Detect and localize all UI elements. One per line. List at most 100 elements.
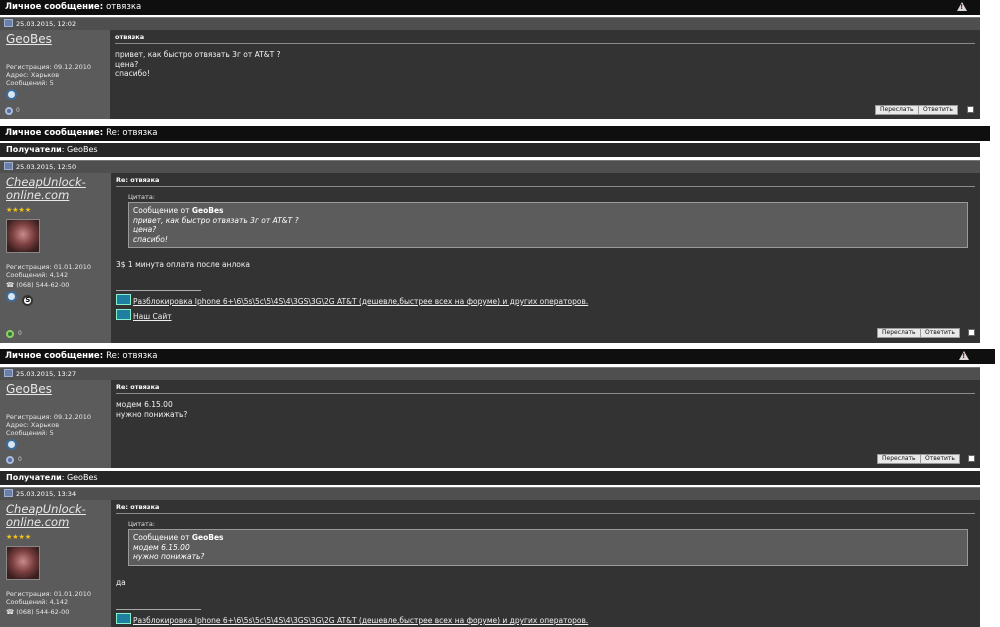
quote-line: нужно понижать? bbox=[133, 552, 205, 561]
quote-line: спасибо! bbox=[133, 234, 168, 244]
username-line: online.com bbox=[6, 188, 70, 202]
recipients-value: GeoBes bbox=[66, 145, 98, 154]
quote-line: модем 6.15.00 bbox=[133, 542, 190, 552]
pm-title: Личное сообщение bbox=[5, 2, 100, 12]
message-panel: Re: отвязка модем 6.15.00 нужно понижать… bbox=[111, 380, 980, 468]
offline-status-icon bbox=[6, 456, 14, 464]
unlock-icon bbox=[116, 293, 131, 305]
message-line: привет, как быстро отвязать 3г от AT&T ? bbox=[115, 50, 281, 59]
post-doc-icon bbox=[4, 19, 13, 27]
pm-title-bar: Личное сообщение: Re: отвязка bbox=[0, 349, 995, 364]
icq-icon[interactable] bbox=[6, 291, 17, 302]
user-panel: GeoBes Регистрация: 09.12.2010 Адрес: Ха… bbox=[0, 380, 111, 468]
rank-stars: ★★★★ bbox=[6, 206, 32, 214]
message-panel: Re: отвязка Цитата: Сообщение от GeoBes … bbox=[111, 173, 980, 343]
rank-stars: ★★★★ bbox=[6, 533, 32, 541]
post-date: 25.03.2015, 13:27 bbox=[16, 370, 77, 378]
username-line: online.com bbox=[6, 515, 70, 529]
user-panel: CheapUnlock- online.com ★★★★ Регистрация… bbox=[0, 500, 111, 627]
signature-link-site[interactable]: Наш Сайт bbox=[133, 312, 172, 321]
user-post-count: Сообщений: 4,142 bbox=[6, 271, 69, 279]
post-date-bar: 25.03.2015, 13:34 bbox=[0, 487, 980, 500]
signature-divider bbox=[116, 289, 201, 291]
icq-icon[interactable] bbox=[6, 439, 17, 450]
message-body: да bbox=[116, 577, 126, 587]
message-subject: отвязка bbox=[115, 33, 975, 44]
message-body: 3$ 1 минута оплата после анлока bbox=[116, 260, 250, 269]
user-reg-date: Регистрация: 01.01.2010 bbox=[6, 590, 92, 598]
quote-author: GeoBes bbox=[191, 206, 224, 215]
username-link[interactable]: CheapUnlock- online.com bbox=[6, 503, 105, 529]
post-doc-icon bbox=[4, 369, 13, 377]
username-link[interactable]: CheapUnlock- online.com bbox=[6, 176, 105, 202]
pm-subject: отвязка bbox=[106, 2, 142, 12]
message-body: модем 6.15.00 нужно понижать? bbox=[116, 400, 975, 419]
multiquote-icon[interactable] bbox=[968, 329, 975, 336]
user-reg-date: Регистрация: 01.01.2010 bbox=[6, 263, 92, 271]
message-line: цена? bbox=[115, 59, 139, 69]
forward-button[interactable]: Переслать bbox=[877, 328, 921, 338]
user-post-count: Сообщений: 5 bbox=[6, 429, 54, 437]
reply-button[interactable]: Ответить bbox=[920, 454, 960, 464]
recipients-bar: Получатели: GeoBes bbox=[0, 471, 980, 485]
signature-link-unlock[interactable]: Разблокировка Iphone 6+\6\5s\5c\5\4S\4\3… bbox=[133, 616, 588, 625]
quote-label: Цитата: bbox=[128, 520, 155, 528]
username-line: CheapUnlock- bbox=[6, 175, 86, 189]
message-line: спасибо! bbox=[115, 69, 150, 78]
status-count: 0 bbox=[18, 330, 22, 337]
multiquote-icon[interactable] bbox=[968, 455, 975, 462]
recipients-label: Получатели bbox=[6, 473, 62, 482]
pm-subject: Re: отвязка bbox=[106, 351, 158, 361]
quote-label: Цитата: bbox=[128, 193, 155, 201]
forward-button[interactable]: Переслать bbox=[877, 454, 921, 464]
avatar bbox=[6, 219, 40, 253]
username-link[interactable]: GeoBes bbox=[6, 383, 105, 396]
pm-title: Личное сообщение bbox=[5, 351, 100, 361]
username-link[interactable]: GeoBes bbox=[6, 33, 104, 46]
quote-from: Сообщение от bbox=[133, 533, 190, 542]
message-subject: Re: отвязка bbox=[116, 383, 975, 394]
status-count: 0 bbox=[16, 107, 20, 114]
post-doc-icon bbox=[4, 489, 13, 497]
reply-button[interactable]: Ответить bbox=[920, 328, 960, 338]
message-panel: Re: отвязка Цитата: Сообщение от GeoBes … bbox=[111, 500, 980, 627]
pm-title-bar: Личное сообщение: отвязка bbox=[0, 0, 980, 15]
username-line: CheapUnlock- bbox=[6, 502, 86, 516]
report-warning-icon[interactable]: ! bbox=[957, 2, 967, 11]
user-post-count: Сообщений: 5 bbox=[6, 79, 54, 87]
post-date: 25.03.2015, 13:34 bbox=[16, 490, 77, 498]
post-doc-icon bbox=[4, 162, 13, 170]
user-address: Адрес: Харьков bbox=[6, 71, 60, 79]
avatar bbox=[6, 546, 40, 580]
phone-icon: ☎ bbox=[6, 608, 15, 616]
post-date-bar: 25.03.2015, 12:02 bbox=[0, 17, 980, 30]
message-line: нужно понижать? bbox=[116, 409, 188, 419]
recipients-label: Получатели bbox=[6, 145, 62, 154]
quote-block: Сообщение от GeoBes модем 6.15.00 нужно … bbox=[128, 529, 968, 566]
quote-block: Сообщение от GeoBes привет, как быстро о… bbox=[128, 202, 968, 248]
forward-button[interactable]: Переслать bbox=[875, 105, 919, 115]
reply-button[interactable]: Ответить bbox=[918, 105, 958, 115]
user-phone: (068) 544-62-00 bbox=[16, 281, 70, 289]
pm-title: Личное сообщение bbox=[5, 128, 100, 138]
user-reg-date: Регистрация: 09.12.2010 bbox=[6, 413, 92, 421]
message-subject: Re: отвязка bbox=[116, 176, 975, 187]
user-post-count: Сообщений: 4,142 bbox=[6, 598, 69, 606]
offline-status-icon bbox=[5, 107, 13, 115]
user-reg-date: Регистрация: 09.12.2010 bbox=[6, 63, 92, 71]
unlock-icon bbox=[116, 613, 131, 624]
recipients-bar: Получатели: GeoBes bbox=[0, 143, 980, 157]
recipients-value: GeoBes bbox=[66, 473, 98, 482]
report-warning-icon[interactable]: ! bbox=[959, 351, 969, 360]
online-status-icon bbox=[6, 330, 14, 338]
site-icon bbox=[116, 308, 131, 320]
skype-icon[interactable]: S bbox=[22, 295, 34, 306]
icq-icon[interactable] bbox=[6, 89, 17, 100]
multiquote-icon[interactable] bbox=[967, 106, 974, 113]
message-panel: отвязка привет, как быстро отвязать 3г о… bbox=[110, 30, 980, 119]
message-subject: Re: отвязка bbox=[116, 503, 975, 514]
signature-link-unlock[interactable]: Разблокировка Iphone 6+\6\5s\5c\5\4S\4\3… bbox=[133, 297, 588, 306]
quote-from: Сообщение от bbox=[133, 206, 190, 215]
user-address: Адрес: Харьков bbox=[6, 421, 60, 429]
quote-line: привет, как быстро отвязать 3г от AT&T ? bbox=[133, 215, 299, 225]
